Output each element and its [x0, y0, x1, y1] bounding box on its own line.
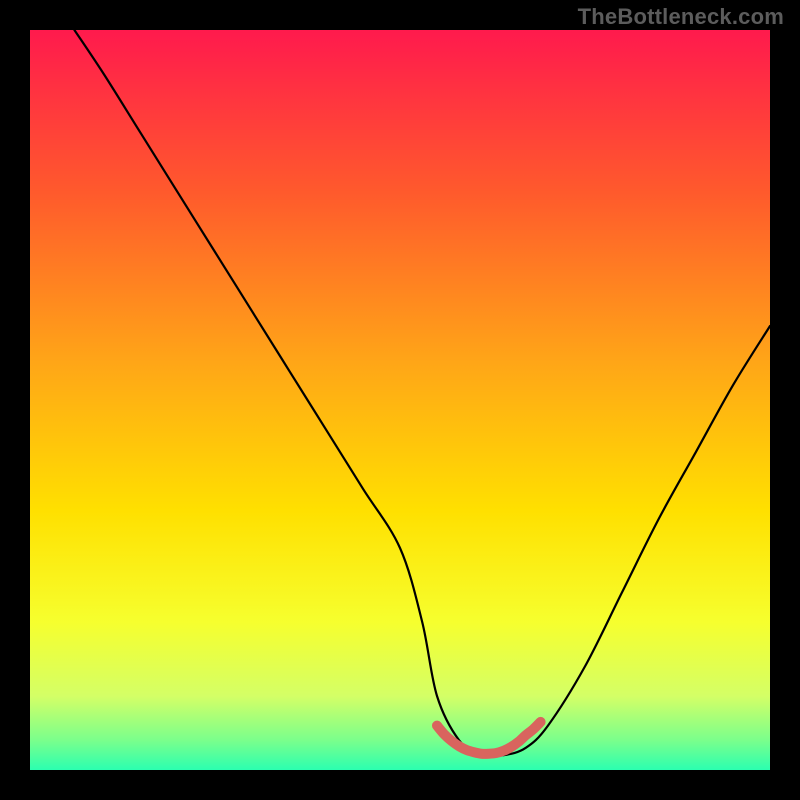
watermark-text: TheBottleneck.com	[578, 4, 784, 30]
gradient-background	[30, 30, 770, 770]
chart-frame: TheBottleneck.com	[0, 0, 800, 800]
bottleneck-chart	[30, 30, 770, 770]
plot-area	[30, 30, 770, 770]
